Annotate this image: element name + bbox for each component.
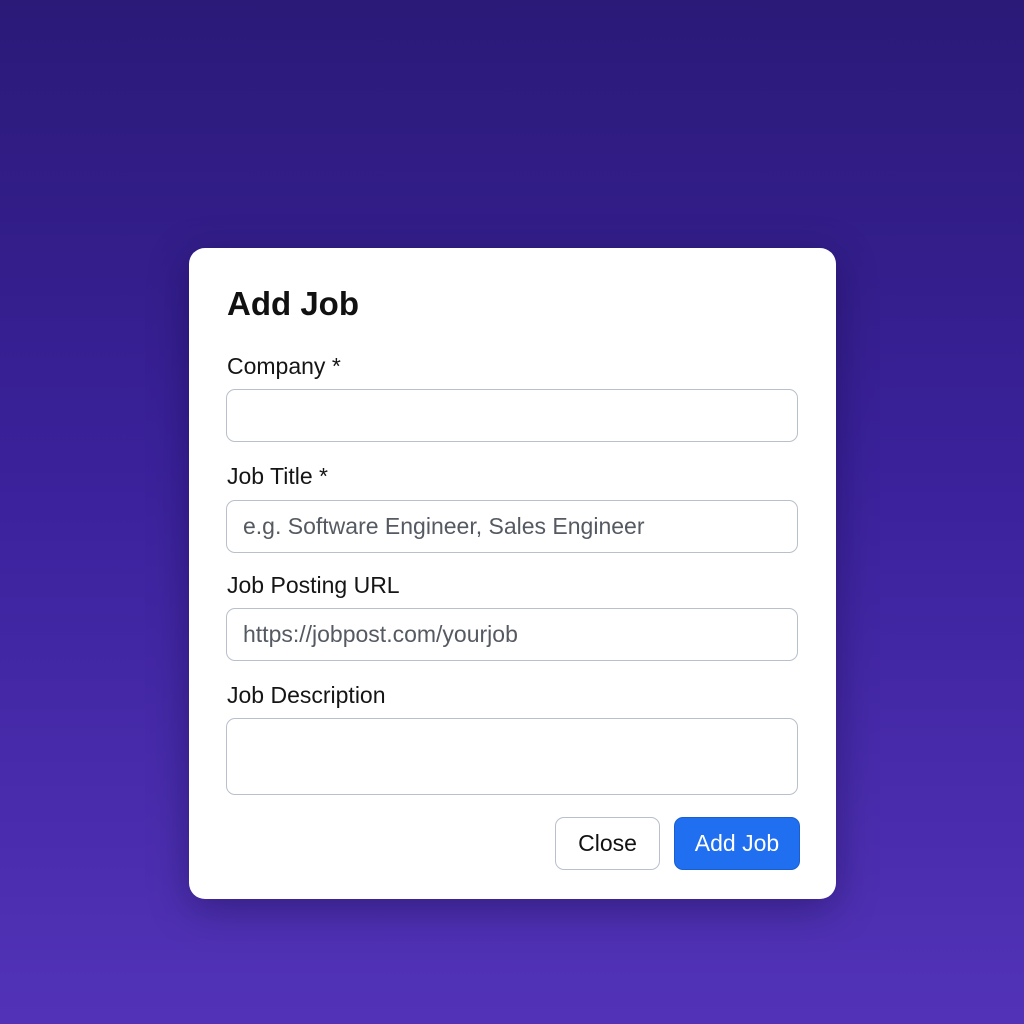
company-label: Company * (227, 353, 341, 379)
job-url-label: Job Posting URL (227, 572, 400, 598)
add-job-button[interactable]: Add Job (674, 817, 800, 870)
job-description-textarea[interactable] (226, 718, 798, 795)
close-button[interactable]: Close (555, 817, 660, 870)
job-url-input[interactable] (226, 608, 798, 661)
job-description-label: Job Description (227, 682, 386, 708)
add-job-dialog: Add Job Company * Job Title * Job Postin… (189, 248, 836, 899)
company-input[interactable] (226, 389, 798, 442)
job-title-input[interactable] (226, 500, 798, 553)
job-title-label: Job Title * (227, 463, 328, 489)
dialog-title: Add Job (227, 285, 359, 322)
